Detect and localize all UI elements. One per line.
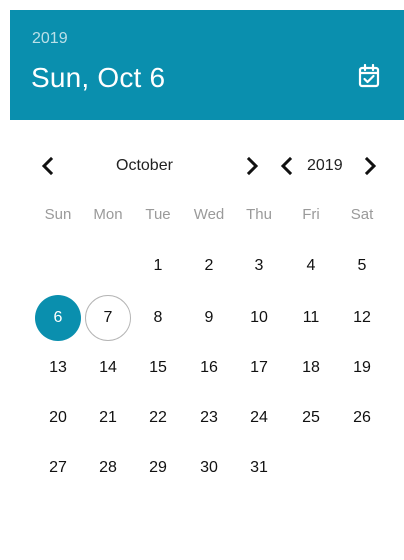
weekday-sat: Sat [350, 206, 374, 223]
header-date[interactable]: Sun, Oct 6 [31, 62, 165, 94]
day-cell[interactable]: 4 [288, 243, 334, 289]
date-picker: 2019 Sun, Oct 6 October 2019 Sun Mon Tue… [0, 0, 404, 560]
day-cell-selected[interactable]: 6 [35, 295, 81, 341]
day-cell[interactable]: 12 [339, 295, 385, 341]
day-cell[interactable]: 8 [135, 295, 181, 341]
weekday-thu: Thu [246, 206, 272, 223]
weekday-mon: Mon [93, 206, 123, 223]
day-cell[interactable]: 3 [236, 243, 282, 289]
day-cell[interactable]: 11 [288, 295, 334, 341]
year-label[interactable]: 2019 [307, 157, 343, 175]
weekday-wed: Wed [193, 206, 225, 223]
day-cell[interactable]: 17 [236, 345, 282, 391]
day-cell[interactable]: 1 [135, 243, 181, 289]
day-cell[interactable]: 2 [186, 243, 232, 289]
day-cell[interactable]: 31 [236, 445, 282, 491]
day-cell[interactable]: 18 [288, 345, 334, 391]
day-cell[interactable]: 24 [236, 395, 282, 441]
chevron-left-icon [41, 156, 54, 176]
day-cell[interactable]: 14 [85, 345, 131, 391]
weekday-header-row: Sun Mon Tue Wed Thu Fri Sat [0, 206, 404, 226]
day-cell[interactable]: 10 [236, 295, 282, 341]
day-cell[interactable]: 28 [85, 445, 131, 491]
day-cell[interactable]: 9 [186, 295, 232, 341]
weekday-sun: Sun [44, 206, 72, 223]
day-cell-today[interactable]: 7 [85, 295, 131, 341]
next-month-button[interactable] [240, 150, 264, 182]
day-cell[interactable]: 25 [288, 395, 334, 441]
month-year-navigation: October 2019 [0, 150, 404, 182]
day-cell[interactable]: 5 [339, 243, 385, 289]
day-cell[interactable]: 27 [35, 445, 81, 491]
day-cell[interactable]: 20 [35, 395, 81, 441]
header-year[interactable]: 2019 [32, 30, 68, 48]
day-cell[interactable]: 22 [135, 395, 181, 441]
calendar-check-icon[interactable] [358, 63, 380, 88]
weekday-fri: Fri [302, 206, 320, 223]
prev-year-button[interactable] [275, 150, 299, 182]
prev-month-button[interactable] [36, 150, 60, 182]
chevron-right-icon [364, 156, 377, 176]
chevron-right-icon [246, 156, 259, 176]
day-cell[interactable]: 19 [339, 345, 385, 391]
chevron-left-icon [280, 156, 293, 176]
day-cell[interactable]: 21 [85, 395, 131, 441]
day-cell[interactable]: 30 [186, 445, 232, 491]
day-cell[interactable]: 15 [135, 345, 181, 391]
day-cell[interactable]: 26 [339, 395, 385, 441]
day-cell[interactable]: 16 [186, 345, 232, 391]
day-cell[interactable]: 23 [186, 395, 232, 441]
day-cell[interactable]: 13 [35, 345, 81, 391]
month-label[interactable]: October [116, 157, 173, 175]
picker-header: 2019 Sun, Oct 6 [10, 10, 404, 120]
day-cell[interactable]: 29 [135, 445, 181, 491]
weekday-tue: Tue [145, 206, 171, 223]
next-year-button[interactable] [358, 150, 382, 182]
